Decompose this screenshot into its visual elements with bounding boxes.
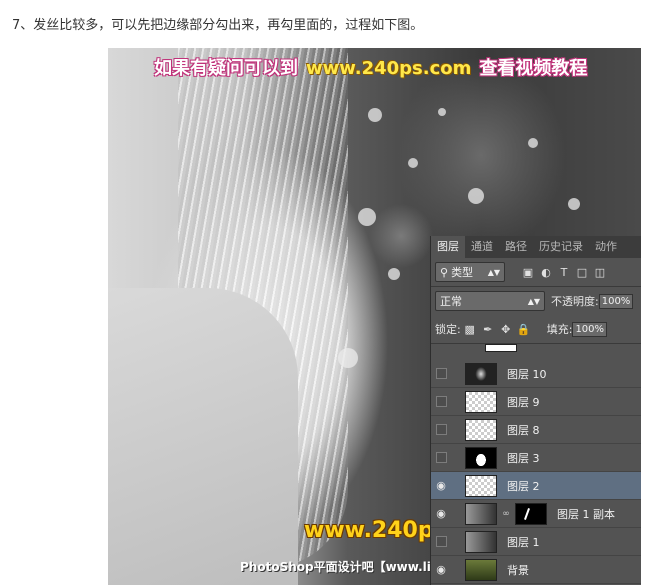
lock-pixels-icon[interactable]: ▩	[461, 323, 479, 336]
tab-channels[interactable]: 通道	[465, 236, 499, 258]
visibility-toggle[interactable]: ◉	[431, 500, 451, 528]
shape-icon[interactable]: □	[573, 266, 591, 279]
visibility-toggle[interactable]	[431, 360, 451, 388]
layer-filter-select[interactable]: ⚲ 类型 ▲▼	[435, 262, 505, 282]
watermark-top-site: www.240ps.com	[306, 58, 472, 79]
layer-row[interactable]: 图层 1	[431, 528, 641, 556]
layer-thumbnail	[465, 418, 497, 441]
watermark-top: 如果有疑问可以到 www.240ps.com 查看视频教程	[154, 54, 587, 80]
visibility-box	[435, 396, 447, 407]
lock-paint-icon[interactable]: ✒	[479, 323, 497, 336]
chevron-updown-icon: ▲▼	[527, 296, 540, 306]
layer-row[interactable]: ◉ ∞ 图层 1 副本	[431, 500, 641, 528]
bokeh-light	[528, 138, 538, 148]
bokeh-light	[438, 108, 446, 116]
layer-thumbnail	[465, 362, 497, 385]
image-icon[interactable]: ▣	[519, 266, 537, 279]
tab-history[interactable]: 历史记录	[533, 236, 589, 258]
layer-row[interactable]: 图层 3	[431, 444, 641, 472]
layer-row[interactable]: 图层 8	[431, 416, 641, 444]
layer-thumbnail	[465, 558, 497, 581]
caption-text: 7、发丝比较多，可以先把边缘部分勾出来，再勾里面的，过程如下图。	[12, 18, 424, 33]
layer-name: 图层 10	[507, 367, 547, 381]
opacity-input[interactable]: 100%	[598, 293, 634, 309]
layer-name: 图层 9	[507, 395, 540, 409]
body-region	[108, 288, 298, 585]
bokeh-light	[408, 158, 418, 168]
type-icon[interactable]: T	[555, 266, 573, 279]
layers-panel: 图层 通道 路径 历史记录 动作 ⚲ 类型 ▲▼ ▣ ◐ T □ ◫ 正常 ▲▼…	[430, 236, 641, 585]
visibility-toggle[interactable]	[431, 416, 451, 444]
filter-row: ⚲ 类型 ▲▼ ▣ ◐ T □ ◫	[431, 258, 641, 286]
layer-thumbnail	[465, 530, 497, 553]
visibility-box	[435, 424, 447, 435]
visibility-toggle[interactable]: ◉	[431, 472, 451, 500]
layer-mask-thumbnail[interactable]	[515, 502, 547, 525]
panel-tabs: 图层 通道 路径 历史记录 动作	[431, 236, 641, 258]
search-icon: ⚲	[440, 265, 449, 279]
partial-layer-thumb	[485, 344, 517, 352]
bokeh-light	[338, 348, 358, 368]
smart-object-icon[interactable]: ◫	[591, 266, 609, 279]
eye-icon: ◉	[436, 507, 446, 520]
visibility-toggle[interactable]	[431, 444, 451, 472]
layer-name: 图层 8	[507, 423, 540, 437]
bokeh-light	[568, 198, 580, 210]
bokeh-light	[358, 208, 376, 226]
blend-row: 正常 ▲▼ 不透明度: 100%	[431, 287, 641, 315]
layer-name: 图层 3	[507, 451, 540, 465]
tab-actions[interactable]: 动作	[589, 236, 623, 258]
layer-row[interactable]: 图层 9	[431, 388, 641, 416]
link-icon: ∞	[502, 508, 510, 519]
visibility-box	[435, 452, 447, 463]
visibility-toggle[interactable]	[431, 528, 451, 556]
visibility-box	[435, 368, 447, 379]
lock-label: 锁定:	[435, 323, 461, 336]
layer-thumbnail	[465, 502, 497, 525]
lock-row: 锁定: ▩ ✒ ✥ 🔒 填充: 100%	[431, 315, 641, 343]
adjustment-icon[interactable]: ◐	[537, 266, 555, 279]
lock-all-icon[interactable]: 🔒	[515, 323, 533, 336]
tab-layers[interactable]: 图层	[431, 236, 465, 258]
visibility-toggle[interactable]	[431, 388, 451, 416]
layer-name: 图层 1	[507, 535, 540, 549]
eye-icon: ◉	[436, 479, 446, 492]
bokeh-light	[388, 268, 400, 280]
fill-label: 填充:	[546, 323, 573, 336]
chevron-updown-icon: ▲▼	[487, 267, 500, 277]
tab-paths[interactable]: 路径	[499, 236, 533, 258]
visibility-box	[435, 536, 447, 547]
layer-row-selected[interactable]: ◉ 图层 2	[431, 472, 641, 500]
filter-label: 类型	[451, 266, 474, 279]
eye-icon: ◉	[436, 563, 446, 576]
layer-row[interactable]: ◉ 背景	[431, 556, 641, 584]
layer-thumbnail	[465, 446, 497, 469]
partial-layer-row	[431, 344, 641, 360]
blend-mode-select[interactable]: 正常 ▲▼	[435, 291, 545, 311]
layer-name: 图层 2	[507, 479, 540, 493]
blend-mode-value: 正常	[440, 295, 462, 308]
opacity-label: 不透明度:	[551, 295, 599, 308]
layer-thumbnail	[465, 390, 497, 413]
visibility-toggle[interactable]: ◉	[431, 556, 451, 584]
bokeh-light	[368, 108, 382, 122]
layers-list: 图层 10 图层 9 图层 8 图层 3 ◉ 图层 2 ◉ ∞ 图层 1 副本	[431, 360, 641, 584]
watermark-top-prefix: 如果有疑问可以到	[154, 58, 298, 79]
layer-thumbnail	[465, 474, 497, 497]
fill-input[interactable]: 100%	[572, 321, 608, 337]
lock-position-icon[interactable]: ✥	[497, 323, 515, 336]
layer-row[interactable]: 图层 10	[431, 360, 641, 388]
bokeh-light	[468, 188, 484, 204]
watermark-top-suffix: 查看视频教程	[479, 58, 588, 79]
layer-name: 背景	[507, 563, 529, 577]
layer-name: 图层 1 副本	[557, 507, 615, 521]
